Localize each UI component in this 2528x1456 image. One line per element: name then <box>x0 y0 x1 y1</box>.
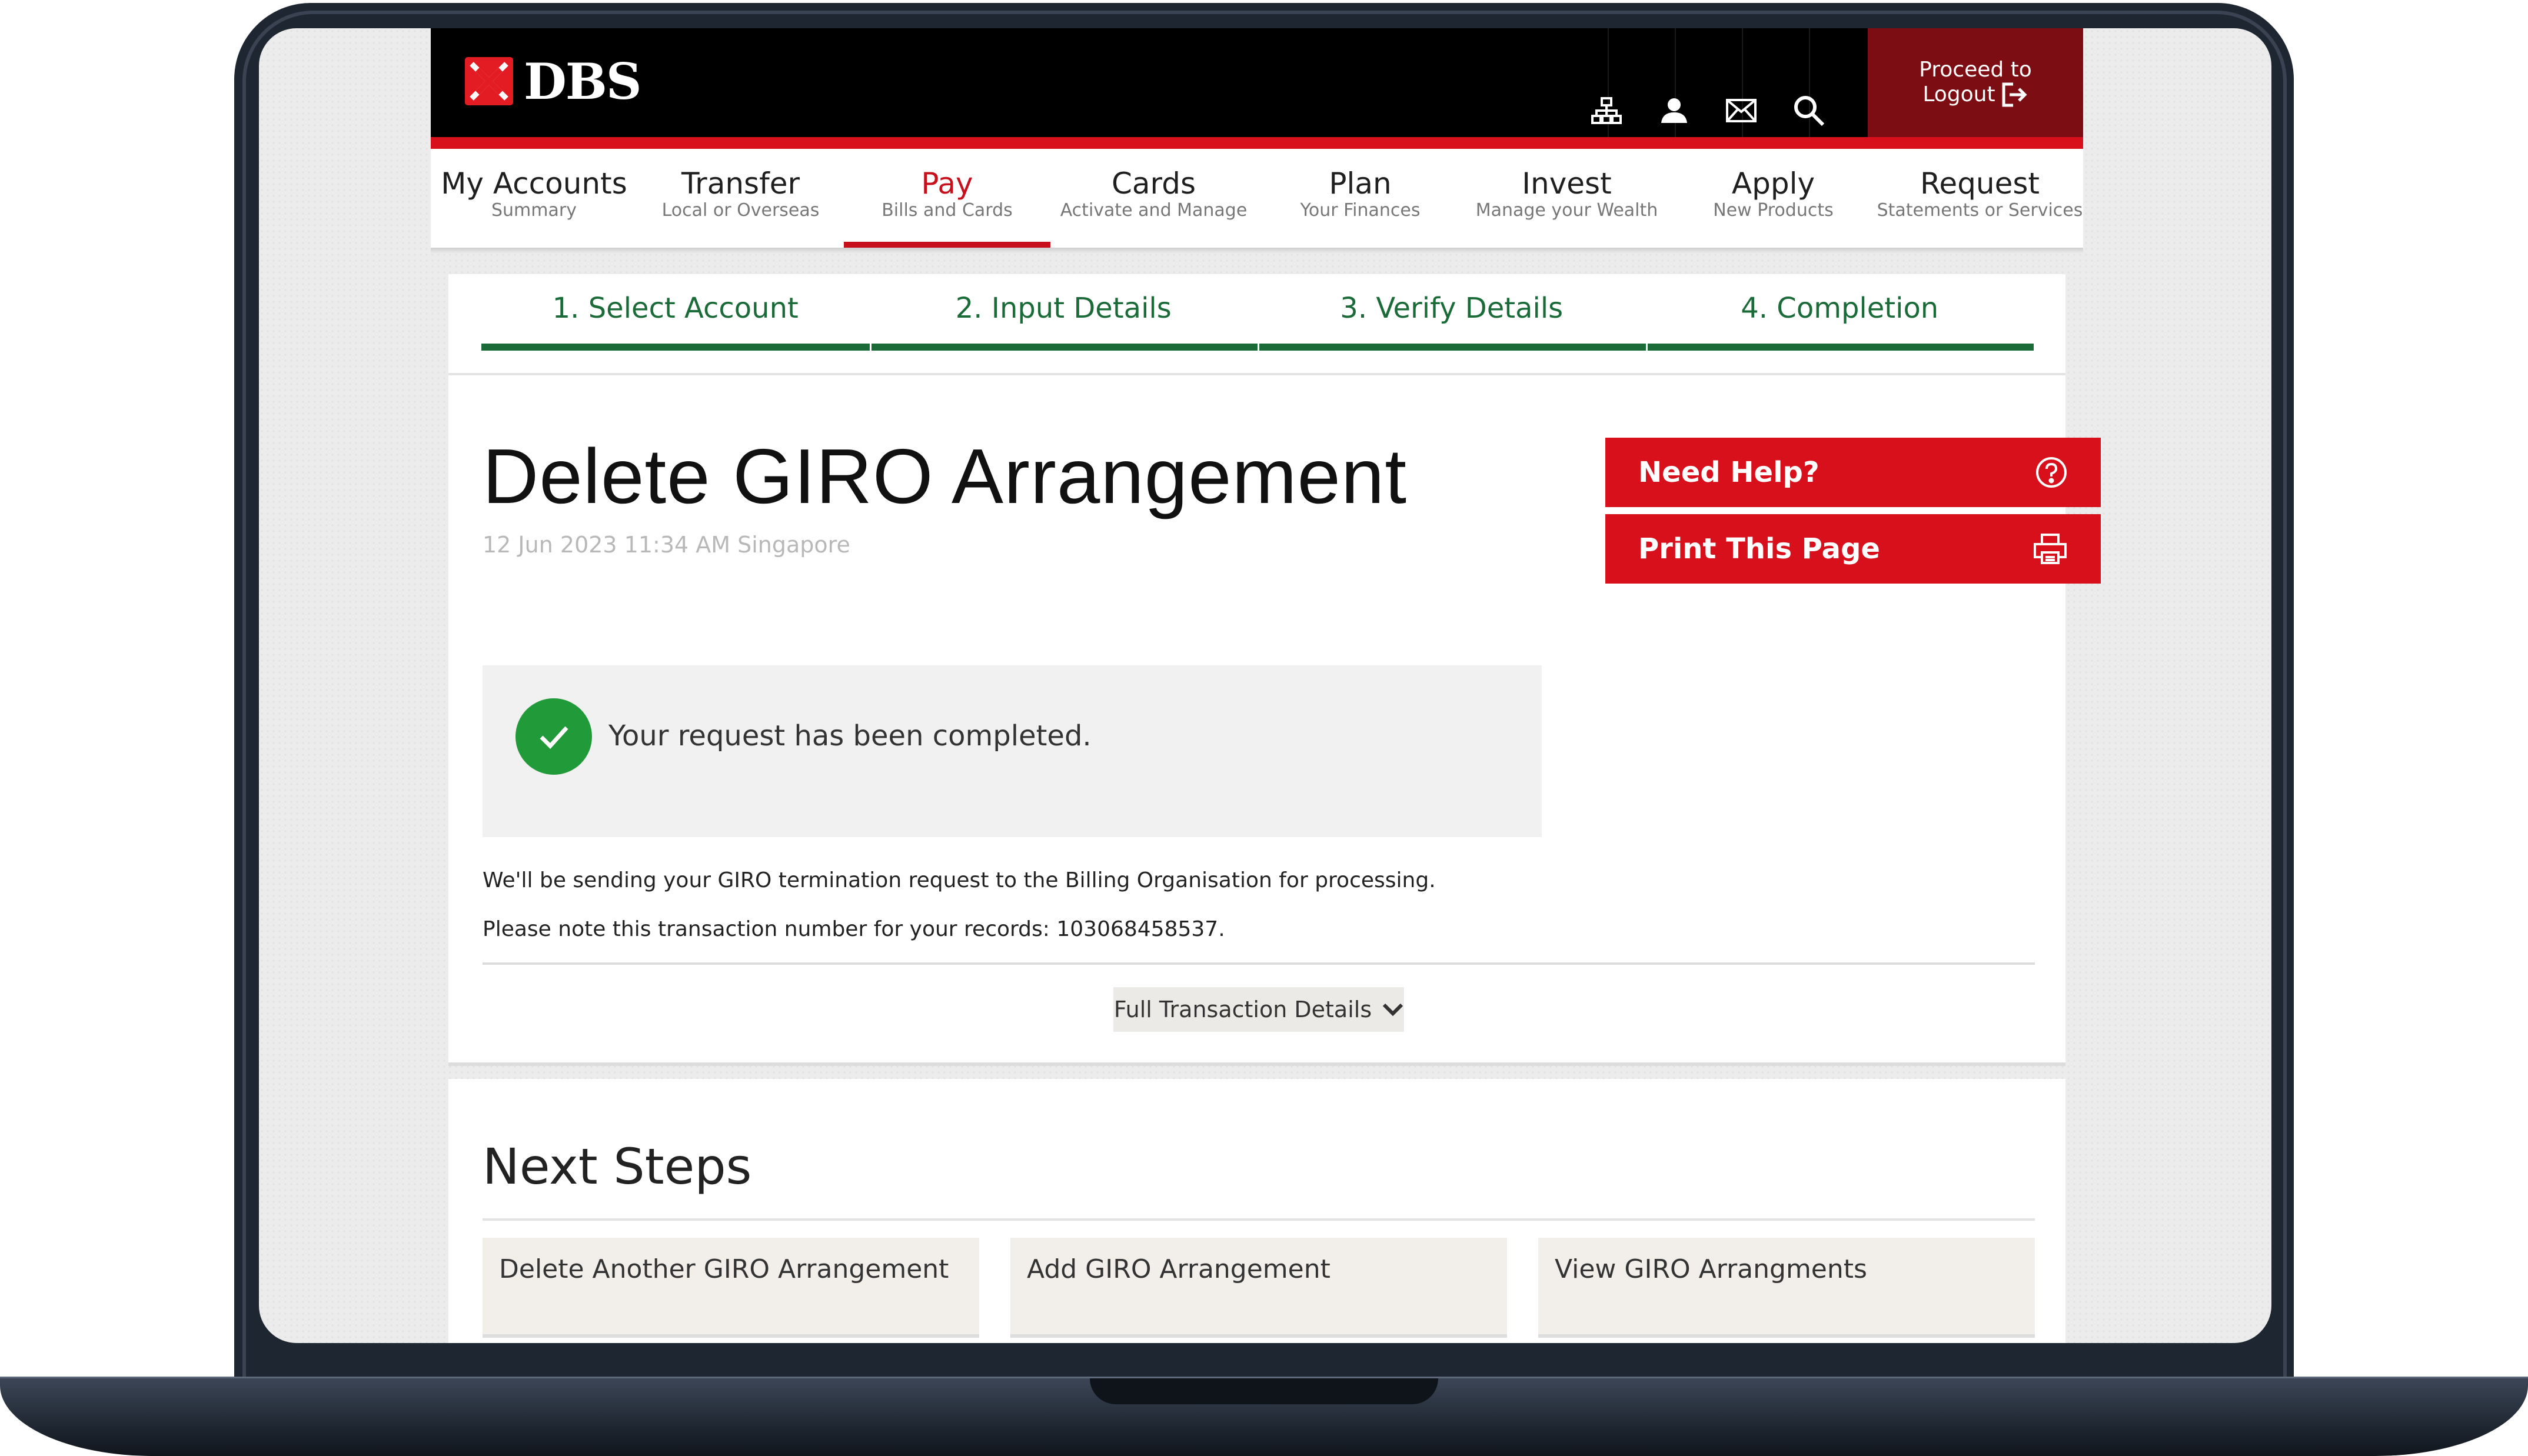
logout-icon <box>2002 82 2027 106</box>
logout-line2: Logout <box>1922 82 1995 106</box>
brand-name: DBS <box>524 52 642 111</box>
nav-request[interactable]: Request Statements or Services <box>1877 149 2083 248</box>
next-steps-card: Next Steps Delete Another GIRO Arrangeme… <box>448 1079 2065 1343</box>
nav-invest[interactable]: Invest Manage your Wealth <box>1463 149 1670 248</box>
step-input-details: 2. Input Details <box>869 274 1258 351</box>
next-steps-title: Next Steps <box>483 1138 752 1195</box>
laptop-screen: DBS Proceed to Logout My Accounts Summar… <box>259 28 2271 1343</box>
nav-cards[interactable]: Cards Activate and Manage <box>1050 149 1257 248</box>
nav-plan[interactable]: Plan Your Finances <box>1257 149 1463 248</box>
step-select-account: 1. Select Account <box>481 274 870 351</box>
page-timestamp: 12 Jun 2023 11:34 AM Singapore <box>483 532 850 558</box>
main-nav: My Accounts Summary Transfer Local or Ov… <box>431 149 2083 248</box>
check-circle-icon <box>515 698 592 775</box>
nav-my-accounts[interactable]: My Accounts Summary <box>431 149 637 248</box>
chevron-down-icon <box>1383 1003 1403 1017</box>
dbs-logo[interactable]: DBS <box>465 52 642 111</box>
main-card: 1. Select Account 2. Input Details 3. Ve… <box>448 274 2101 1066</box>
mail-icon[interactable] <box>1708 87 1774 134</box>
need-help-button[interactable]: Need Help? <box>1605 438 2101 507</box>
page-title: Delete GIRO Arrangement <box>483 433 1408 519</box>
add-giro-button[interactable]: Add GIRO Arrangement <box>1010 1238 1507 1338</box>
dbs-app: DBS Proceed to Logout My Accounts Summar… <box>431 28 2101 1343</box>
view-giro-button[interactable]: View GIRO Arrangments <box>1538 1238 2035 1338</box>
success-panel: Your request has been completed. <box>483 665 1542 837</box>
info-processing: We'll be sending your GIRO termination r… <box>483 868 1436 892</box>
laptop-notch <box>1090 1378 1438 1404</box>
nav-pay[interactable]: Pay Bills and Cards <box>844 149 1050 248</box>
delete-another-giro-button[interactable]: Delete Another GIRO Arrangement <box>483 1238 979 1338</box>
print-page-button[interactable]: Print This Page <box>1605 514 2101 584</box>
step-verify-details: 3. Verify Details <box>1258 274 1646 351</box>
success-message: Your request has been completed. <box>608 719 1092 752</box>
user-icon[interactable] <box>1641 87 1707 134</box>
logout-line1: Proceed to <box>1919 57 2032 82</box>
printer-icon <box>2034 534 2067 564</box>
search-icon[interactable] <box>1776 87 1842 134</box>
step-completion: 4. Completion <box>1645 274 2034 351</box>
nav-apply[interactable]: Apply New Products <box>1670 149 1877 248</box>
info-transaction-number: Please note this transaction number for … <box>483 917 1225 941</box>
nav-transfer[interactable]: Transfer Local or Overseas <box>637 149 844 248</box>
question-circle-icon <box>2036 457 2067 488</box>
full-transaction-details-toggle[interactable]: Full Transaction Details <box>1113 987 1404 1032</box>
logout-button[interactable]: Proceed to Logout <box>1868 28 2083 137</box>
dbs-star-icon <box>465 57 513 105</box>
progress-steps: 1. Select Account 2. Input Details 3. Ve… <box>481 274 2034 351</box>
header-accent-bar <box>431 137 2083 149</box>
top-header: DBS Proceed to Logout <box>431 28 2083 137</box>
sitemap-icon[interactable] <box>1574 87 1639 134</box>
